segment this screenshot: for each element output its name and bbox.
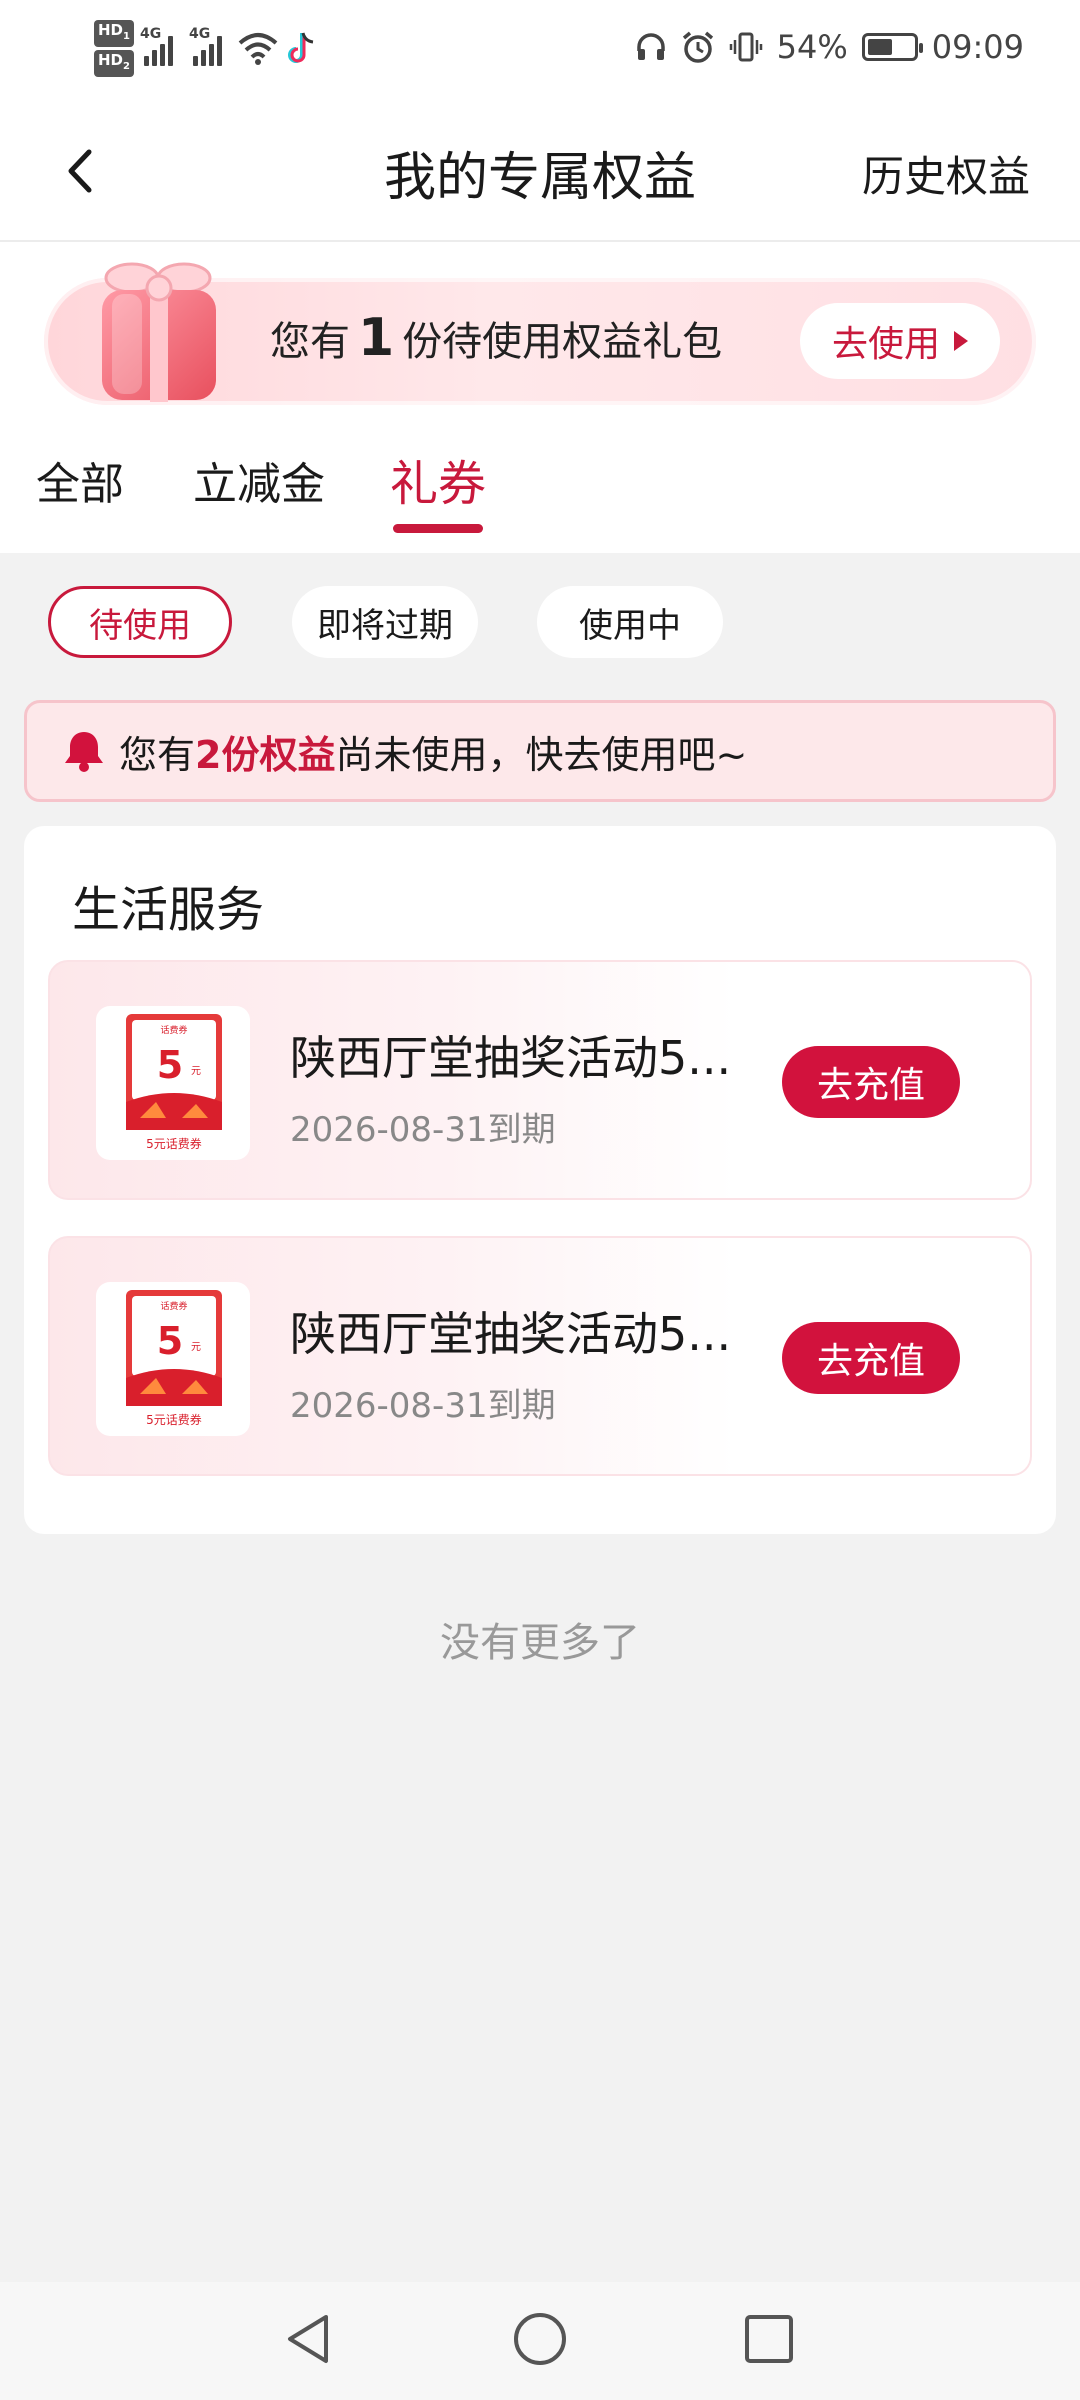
filter-pending[interactable]: 待使用 bbox=[48, 586, 232, 658]
hd-indicators: HD1 HD2 bbox=[94, 19, 134, 77]
notice-prefix: 您有 bbox=[119, 732, 196, 777]
bell-icon bbox=[65, 732, 103, 772]
category-tabs: 全部 立减金 礼券 bbox=[0, 440, 1080, 550]
hd-badge-1: HD1 bbox=[94, 19, 134, 47]
banner-suffix: 份待使用权益礼包 bbox=[402, 319, 723, 365]
voucher-value: 5 bbox=[157, 1319, 183, 1363]
no-more-text: 没有更多了 bbox=[440, 1620, 640, 1666]
hd-label: HD bbox=[98, 20, 124, 39]
network-type-label: 4G bbox=[139, 26, 162, 42]
voucher-top-text: 话费券 bbox=[160, 1024, 187, 1036]
history-benefits-link[interactable]: 历史权益 bbox=[862, 143, 1030, 204]
circle-home-icon bbox=[514, 2313, 566, 2365]
system-nav-bar bbox=[0, 2282, 1080, 2400]
section-title: 生活服务 bbox=[72, 882, 265, 938]
hd-badge-2: HD2 bbox=[94, 49, 134, 77]
status-left: HD1 HD2 4G 4G bbox=[94, 19, 316, 77]
filter-in-use[interactable]: 使用中 bbox=[537, 586, 723, 658]
headphones-icon bbox=[636, 33, 665, 60]
tab-instant-discount[interactable]: 立减金 bbox=[193, 448, 325, 512]
tab-all[interactable]: 全部 bbox=[36, 448, 124, 512]
coupon-thumbnail: 话费券 5 元 5元话费券 bbox=[96, 1282, 250, 1436]
unused-notice: 您有 2份权益 尚未使用，快去使用吧~ bbox=[24, 700, 1056, 802]
vibrate-icon bbox=[729, 32, 762, 62]
hd-sub: 1 bbox=[123, 30, 130, 42]
coupon-thumbnail: 话费券 5 元 5元话费券 bbox=[96, 1006, 250, 1160]
square-recent-icon bbox=[745, 2315, 793, 2363]
nav-home-button[interactable] bbox=[505, 2304, 575, 2374]
recharge-button[interactable]: 去充值 bbox=[782, 1046, 960, 1118]
go-use-button[interactable]: 去使用 bbox=[800, 303, 1000, 379]
coupon-expiry: 2026-08-31到期 bbox=[290, 1386, 556, 1426]
hd-sub: 2 bbox=[123, 60, 130, 72]
battery-fill bbox=[867, 39, 892, 55]
filter-expiring[interactable]: 即将过期 bbox=[292, 586, 478, 658]
signal-icon: 4G bbox=[140, 26, 173, 66]
voucher-value: 5 bbox=[157, 1043, 183, 1087]
network-type-label: 4G bbox=[188, 26, 211, 42]
coupon-item[interactable]: 话费券 5 元 5元话费券 陕西厅堂抽奖活动5... 2026-08-31到期 … bbox=[48, 1236, 1032, 1476]
status-bar: HD1 HD2 4G 4G 54% 09:09 bbox=[0, 0, 1080, 105]
play-arrow-icon bbox=[954, 331, 968, 351]
voucher-image: 话费券 5 元 5元话费券 bbox=[126, 1014, 222, 1151]
alarm-icon bbox=[682, 31, 713, 63]
nav-recent-button[interactable] bbox=[734, 2304, 804, 2374]
life-services-card: 生活服务 话费券 5 元 5元话费券 陕西厅堂抽奖活动5... 2026-08-… bbox=[24, 826, 1056, 1534]
go-use-label: 去使用 bbox=[831, 324, 940, 365]
gift-icon bbox=[102, 262, 216, 402]
tab-gift-voucher[interactable]: 礼券 bbox=[390, 444, 486, 514]
coupon-name: 陕西厅堂抽奖活动5... bbox=[290, 1031, 732, 1085]
recharge-button[interactable]: 去充值 bbox=[782, 1322, 960, 1394]
banner-prefix: 您有 bbox=[270, 319, 350, 365]
battery-icon bbox=[861, 33, 923, 61]
voucher-unit: 元 bbox=[191, 1066, 201, 1077]
notice-highlight: 2份权益 bbox=[195, 732, 336, 777]
banner-text: 您有 1 份待使用权益礼包 bbox=[270, 308, 722, 368]
tab-active-indicator bbox=[393, 524, 483, 533]
clock: 09:09 bbox=[931, 28, 1024, 66]
coupon-item[interactable]: 话费券 5 元 5元话费券 陕西厅堂抽奖活动5... 2026-08-31到期 … bbox=[48, 960, 1032, 1200]
hd-label: HD bbox=[98, 50, 124, 69]
notice-suffix: 尚未使用，快去使用吧~ bbox=[335, 732, 748, 777]
signal-icon: 4G bbox=[189, 26, 222, 66]
voucher-top-text: 话费券 bbox=[160, 1300, 187, 1312]
pending-gift-banner: 您有 1 份待使用权益礼包 去使用 bbox=[44, 262, 1036, 405]
voucher-caption: 5元话费券 bbox=[146, 1412, 202, 1427]
banner-count: 1 bbox=[358, 308, 395, 368]
tiktok-icon bbox=[288, 32, 314, 63]
status-right: 54% 09:09 bbox=[635, 28, 1024, 66]
voucher-unit: 元 bbox=[191, 1342, 201, 1353]
battery-percent: 54% bbox=[776, 28, 848, 66]
voucher-caption: 5元话费券 bbox=[146, 1136, 202, 1151]
app-header: 我的专属权益 历史权益 bbox=[0, 105, 1080, 242]
nav-back-button[interactable] bbox=[273, 2304, 343, 2374]
voucher-image: 话费券 5 元 5元话费券 bbox=[126, 1290, 222, 1427]
coupon-expiry: 2026-08-31到期 bbox=[290, 1110, 556, 1150]
triangle-back-icon bbox=[288, 2315, 328, 2363]
coupon-name: 陕西厅堂抽奖活动5... bbox=[290, 1307, 732, 1361]
status-filters: 待使用 即将过期 使用中 bbox=[0, 586, 1080, 662]
wifi-icon bbox=[238, 33, 278, 65]
